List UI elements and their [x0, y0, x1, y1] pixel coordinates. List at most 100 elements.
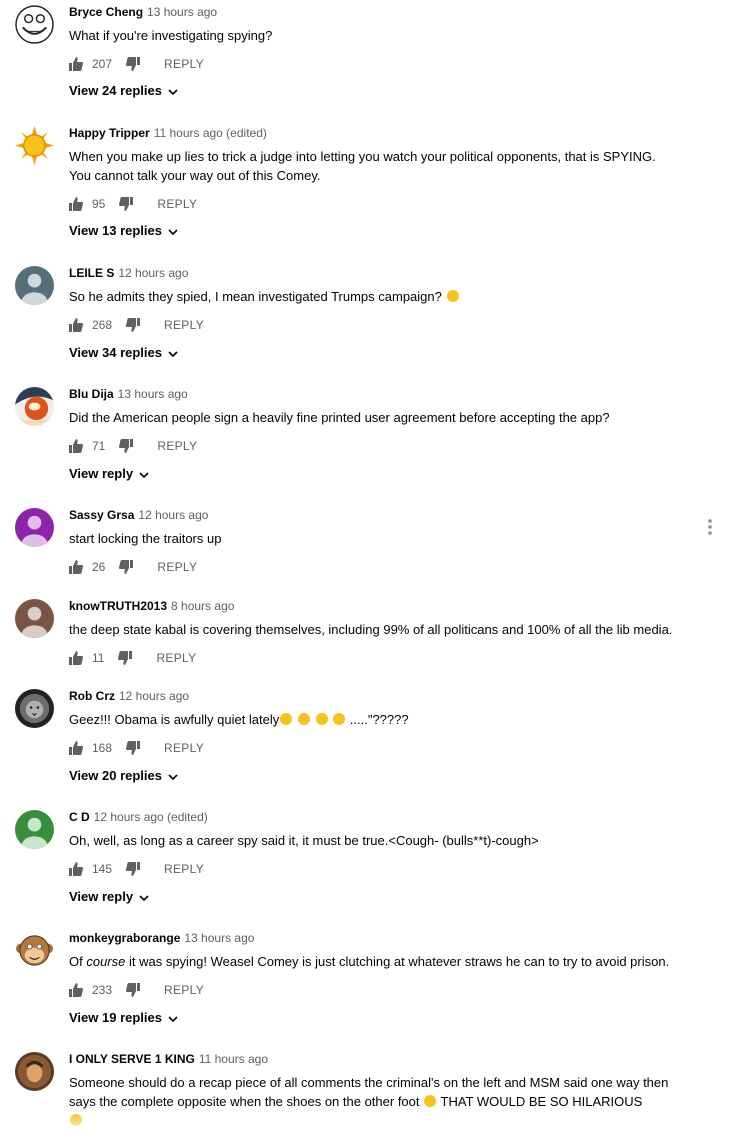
avatar[interactable]: [15, 5, 54, 44]
author-name[interactable]: Blu Dija: [69, 387, 114, 401]
thumbs-down-icon[interactable]: [126, 983, 141, 997]
reply-button[interactable]: REPLY: [164, 741, 204, 755]
comment-actions: 71 REPLY: [69, 437, 197, 455]
thumbs-up-icon[interactable]: [69, 57, 83, 71]
author-name[interactable]: LEILE S: [69, 266, 114, 280]
comment-text-body: it was spying! Weasel Comey is just clut…: [125, 954, 670, 969]
comment-text: Geez!!! Obama is awfully quiet lately ..…: [69, 710, 709, 729]
thumbs-down-icon[interactable]: [119, 439, 134, 453]
timestamp[interactable]: 11 hours ago: [199, 1052, 268, 1066]
avatar[interactable]: [15, 266, 54, 305]
thumbs-up-icon[interactable]: [69, 560, 83, 574]
view-replies-label: View 24 replies: [69, 83, 162, 98]
timestamp[interactable]: 12 hours ago: [119, 689, 189, 703]
comment-actions: 207 REPLY: [69, 55, 204, 73]
comment-text-tail: THAT WOULD BE SO HILARIOUS: [440, 1094, 643, 1109]
view-replies-button[interactable]: View 13 replies: [69, 223, 178, 238]
default-avatar-icon: [15, 810, 54, 849]
avatar[interactable]: [15, 599, 54, 638]
reply-button[interactable]: REPLY: [164, 57, 204, 71]
reply-button[interactable]: REPLY: [157, 560, 197, 574]
avatar[interactable]: [15, 126, 54, 165]
thinking-emoji-icon: [315, 713, 328, 725]
avatar[interactable]: [15, 387, 54, 426]
avatar[interactable]: [15, 810, 54, 849]
thumbs-up-icon[interactable]: [69, 741, 83, 755]
comment-actions: 233 REPLY: [69, 981, 204, 999]
comment-header: LEILE S 12 hours ago: [69, 266, 188, 280]
author-name[interactable]: Bryce Cheng: [69, 5, 143, 19]
thumbs-down-icon[interactable]: [119, 560, 134, 574]
reply-button[interactable]: REPLY: [164, 983, 204, 997]
author-name[interactable]: monkeygraborange: [69, 931, 180, 945]
reply-button[interactable]: REPLY: [164, 318, 204, 332]
avatar[interactable]: [15, 689, 54, 728]
reply-button[interactable]: REPLY: [157, 439, 197, 453]
thumbs-up-icon[interactable]: [69, 862, 83, 876]
comment-text: What if you're investigating spying?: [69, 28, 273, 43]
timestamp[interactable]: 11 hours ago (edited): [154, 126, 267, 140]
chevron-down-icon: [168, 1015, 178, 1022]
reply-button[interactable]: REPLY: [156, 651, 196, 665]
photo-avatar-icon: [15, 387, 54, 426]
avatar[interactable]: [15, 508, 54, 547]
reply-button[interactable]: REPLY: [164, 862, 204, 876]
comment-actions: 26 REPLY: [69, 558, 197, 576]
thumbs-down-icon[interactable]: [126, 57, 141, 71]
timestamp[interactable]: 8 hours ago: [171, 599, 234, 613]
view-replies-button[interactable]: View 24 replies: [69, 83, 178, 98]
timestamp[interactable]: 13 hours ago: [184, 931, 254, 945]
thumbs-down-icon[interactable]: [119, 197, 134, 211]
thumbs-down-icon[interactable]: [126, 318, 141, 332]
view-replies-button[interactable]: View 19 replies: [69, 1010, 178, 1025]
thumbs-up-icon[interactable]: [69, 439, 83, 453]
timestamp[interactable]: 12 hours ago (edited): [94, 810, 208, 824]
author-name[interactable]: I ONLY SERVE 1 KING: [69, 1052, 195, 1066]
author-name[interactable]: knowTRUTH2013: [69, 599, 167, 613]
like-count: 26: [92, 560, 106, 574]
view-replies-button[interactable]: View reply: [69, 889, 149, 904]
comment-header: I ONLY SERVE 1 KING 11 hours ago: [69, 1052, 268, 1066]
comment-text: Of course it was spying! Weasel Comey is…: [69, 952, 729, 971]
view-replies-button[interactable]: View reply: [69, 466, 149, 481]
sun-icon: [15, 126, 54, 165]
chevron-down-icon: [139, 471, 149, 478]
thumbs-up-icon[interactable]: [69, 197, 83, 211]
author-name[interactable]: Rob Crz: [69, 689, 115, 703]
timestamp[interactable]: 13 hours ago: [118, 387, 188, 401]
view-replies-button[interactable]: View 34 replies: [69, 345, 178, 360]
comment-text: When you make up lies to trick a judge i…: [69, 149, 656, 183]
thumbs-up-icon[interactable]: [69, 318, 83, 332]
thinking-emoji-icon: [446, 290, 459, 302]
chevron-down-icon: [168, 88, 178, 95]
avatar[interactable]: [15, 1052, 54, 1091]
tongue-emoji-icon: [70, 1114, 82, 1126]
view-replies-button[interactable]: View 20 replies: [69, 768, 178, 783]
author-name[interactable]: C D: [69, 810, 90, 824]
comment-text-tail: ....."?????: [349, 712, 409, 727]
comment-actions: 145 REPLY: [69, 860, 204, 878]
comment-text: start locking the traitors up: [69, 531, 222, 546]
thinking-emoji-icon: [280, 713, 293, 725]
timestamp[interactable]: 12 hours ago: [118, 266, 188, 280]
author-name[interactable]: Sassy Grsa: [69, 508, 134, 522]
comment-text-body: Geez!!! Obama is awfully quiet lately: [69, 712, 280, 727]
thumbs-down-icon[interactable]: [126, 741, 141, 755]
more-vert-icon[interactable]: [707, 518, 713, 536]
thinking-emoji-icon: [297, 713, 310, 725]
avatar[interactable]: [15, 931, 54, 970]
view-replies-label: View 13 replies: [69, 223, 162, 238]
thumbs-down-icon[interactable]: [126, 862, 141, 876]
timestamp[interactable]: 13 hours ago: [147, 5, 217, 19]
chevron-down-icon: [168, 773, 178, 780]
thumbs-down-icon[interactable]: [118, 651, 133, 665]
chevron-down-icon: [139, 894, 149, 901]
like-count: 11: [92, 651, 105, 665]
thumbs-up-icon[interactable]: [69, 983, 83, 997]
comment-header: Sassy Grsa 12 hours ago: [69, 508, 208, 522]
default-avatar-icon: [15, 508, 54, 547]
thumbs-up-icon[interactable]: [69, 651, 83, 665]
author-name[interactable]: Happy Tripper: [69, 126, 150, 140]
reply-button[interactable]: REPLY: [157, 197, 197, 211]
timestamp[interactable]: 12 hours ago: [138, 508, 208, 522]
